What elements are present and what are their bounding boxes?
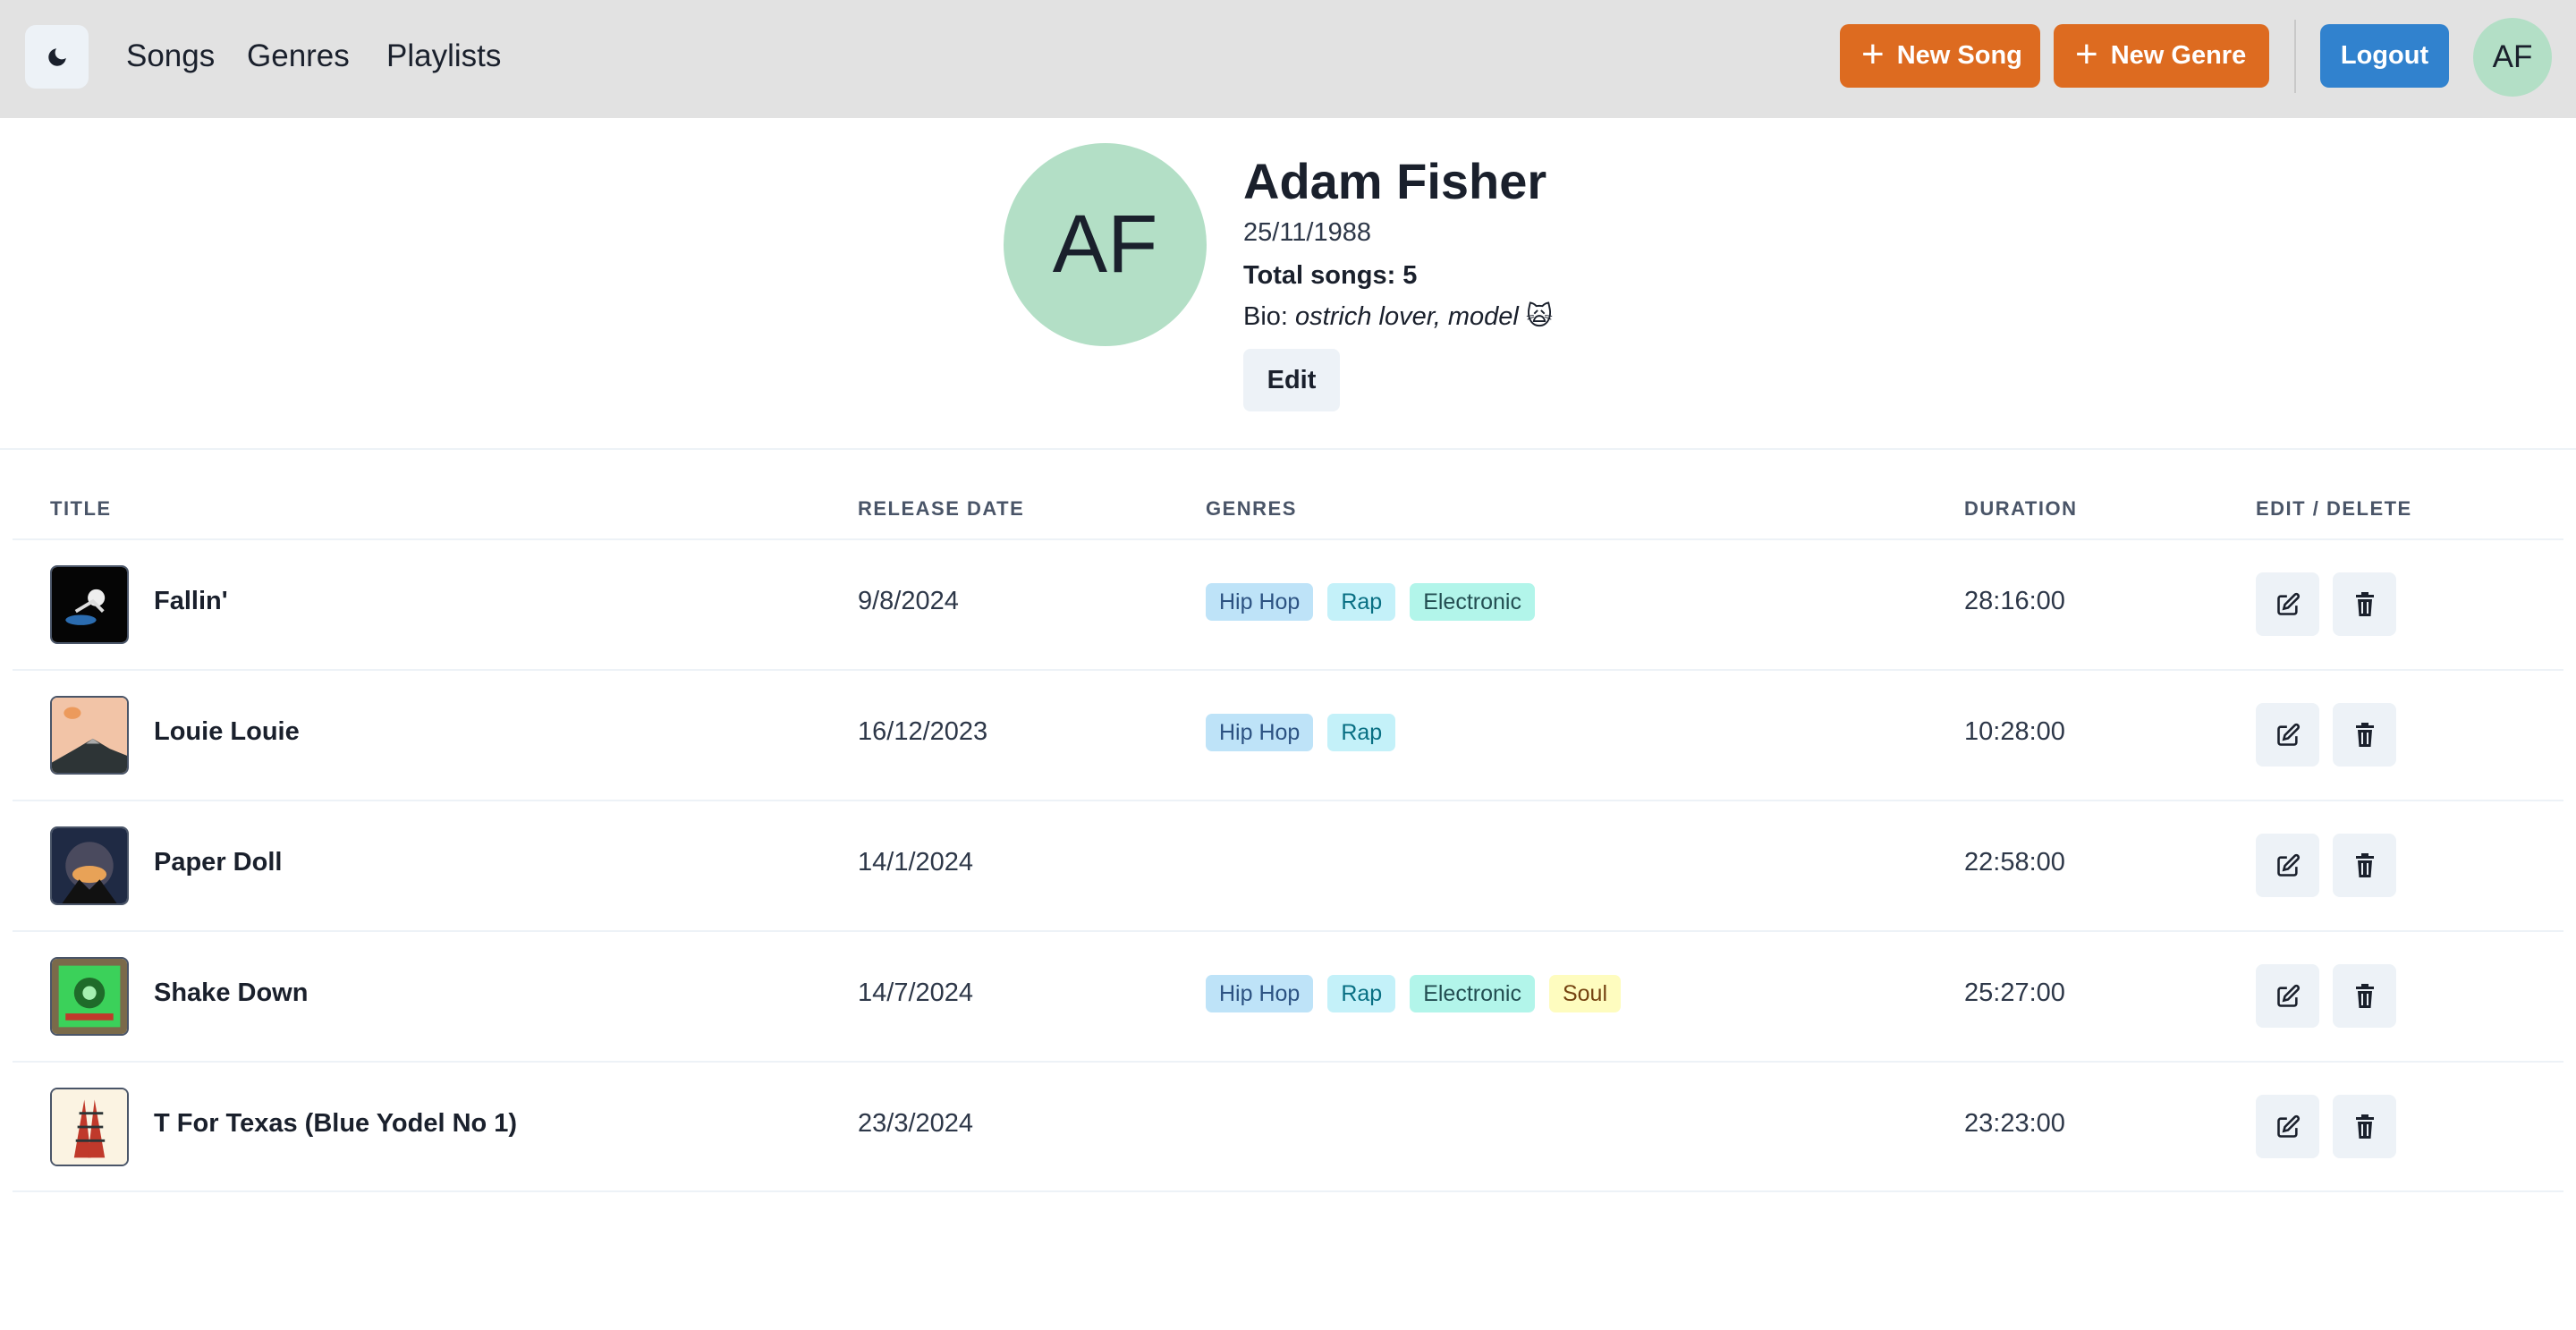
edit-icon (2276, 1114, 2300, 1138)
top-navbar: Songs Genres Playlists + New Song + New … (0, 0, 2576, 118)
edit-song-button[interactable] (2256, 964, 2319, 1028)
release-date: 14/1/2024 (858, 848, 974, 877)
genre-tags: Hip Hop Rap (1206, 714, 1396, 751)
release-date: 23/3/2024 (858, 1109, 974, 1138)
edit-song-button[interactable] (2256, 703, 2319, 767)
release-date: 16/12/2023 (858, 717, 988, 746)
moon-icon (47, 47, 66, 66)
album-cover-thumbnail (50, 565, 129, 644)
duration: 23:23:00 (1964, 1109, 2065, 1138)
song-title[interactable]: Fallin' (154, 587, 228, 616)
column-header-title: TITLE (50, 497, 112, 520)
nav-link-genres[interactable]: Genres (247, 34, 350, 79)
genre-tag: Rap (1327, 714, 1396, 751)
song-title[interactable]: T For Texas (Blue Yodel No 1) (154, 1109, 517, 1139)
genre-tag: Electronic (1410, 583, 1535, 621)
delete-song-button[interactable] (2333, 703, 2396, 767)
nav-link-playlists[interactable]: Playlists (386, 34, 501, 79)
genre-tag: Soul (1548, 975, 1622, 1012)
nav-link-songs[interactable]: Songs (126, 34, 215, 79)
edit-icon (2276, 853, 2300, 877)
new-song-label: New Song (1896, 41, 2022, 70)
trash-icon (2355, 1114, 2374, 1139)
album-cover-thumbnail (50, 1088, 129, 1166)
theme-toggle-button[interactable] (25, 25, 89, 89)
edit-song-button[interactable] (2256, 834, 2319, 897)
trash-icon (2355, 983, 2374, 1008)
trash-icon (2355, 852, 2374, 877)
profile-name: Adam Fisher (1243, 153, 1547, 209)
genre-tags: Hip Hop Rap Electronic (1206, 583, 1535, 621)
genre-tag: Hip Hop (1206, 975, 1314, 1012)
new-song-button[interactable]: + New Song (1840, 24, 2040, 88)
genre-tag: Hip Hop (1206, 583, 1314, 621)
logout-button[interactable]: Logout (2320, 24, 2449, 88)
delete-song-button[interactable] (2333, 572, 2396, 636)
delete-song-button[interactable] (2333, 834, 2396, 897)
column-header-genres: GENRES (1206, 497, 1297, 520)
song-title[interactable]: Shake Down (154, 978, 308, 1008)
column-header-duration: DURATION (1964, 497, 2078, 520)
song-title[interactable]: Louie Louie (154, 717, 300, 747)
column-header-release-date: RELEASE DATE (858, 497, 1025, 520)
genre-tag: Rap (1327, 975, 1396, 1012)
genre-tag: Rap (1327, 583, 1396, 621)
release-date: 9/8/2024 (858, 587, 959, 615)
genre-tag: Electronic (1410, 975, 1535, 1012)
duration: 25:27:00 (1964, 978, 2065, 1007)
profile-birthdate: 25/11/1988 (1243, 218, 1371, 247)
song-title[interactable]: Paper Doll (154, 848, 282, 877)
edit-song-button[interactable] (2256, 572, 2319, 636)
bio-text: ostrich lover, model 🙀 (1295, 302, 1554, 331)
table-row: Paper Doll 14/1/2024 22:58:00 (0, 800, 2576, 930)
user-avatar[interactable]: AF (2473, 18, 2552, 97)
profile-total-songs: Total songs: 5 (1243, 261, 1418, 290)
table-row: T For Texas (Blue Yodel No 1) 23/3/2024 … (0, 1061, 2576, 1191)
edit-profile-button[interactable]: Edit (1243, 349, 1340, 411)
delete-song-button[interactable] (2333, 964, 2396, 1028)
trash-icon (2355, 722, 2374, 747)
edit-icon (2276, 984, 2300, 1007)
edit-icon (2276, 723, 2300, 746)
plus-icon: + (2075, 31, 2098, 76)
album-cover-thumbnail (50, 957, 129, 1036)
new-genre-button[interactable]: + New Genre (2054, 24, 2269, 88)
column-header-edit-delete: EDIT / DELETE (2256, 497, 2412, 520)
table-row: Fallin' 9/8/2024 Hip Hop Rap Electronic … (0, 538, 2576, 669)
duration: 28:16:00 (1964, 587, 2065, 615)
header-divider (2294, 20, 2296, 93)
release-date: 14/7/2024 (858, 978, 974, 1007)
duration: 22:58:00 (1964, 848, 2065, 877)
delete-song-button[interactable] (2333, 1095, 2396, 1158)
table-row: Shake Down 14/7/2024 Hip Hop Rap Electro… (0, 930, 2576, 1061)
bio-label: Bio: (1243, 302, 1296, 331)
album-cover-thumbnail (50, 826, 129, 905)
genre-tags: Hip Hop Rap Electronic Soul (1206, 975, 1622, 1012)
profile-avatar: AF (1004, 143, 1207, 346)
album-cover-thumbnail (50, 696, 129, 775)
duration: 10:28:00 (1964, 717, 2065, 746)
edit-icon (2276, 592, 2300, 615)
plus-icon: + (1861, 31, 1885, 76)
profile-bio: Bio: ostrich lover, model 🙀 (1243, 301, 1553, 332)
genre-tag: Hip Hop (1206, 714, 1314, 751)
new-genre-label: New Genre (2110, 41, 2247, 70)
section-divider (0, 448, 2576, 450)
edit-song-button[interactable] (2256, 1095, 2319, 1158)
trash-icon (2355, 591, 2374, 616)
table-row: Louie Louie 16/12/2023 Hip Hop Rap 10:28… (0, 669, 2576, 800)
